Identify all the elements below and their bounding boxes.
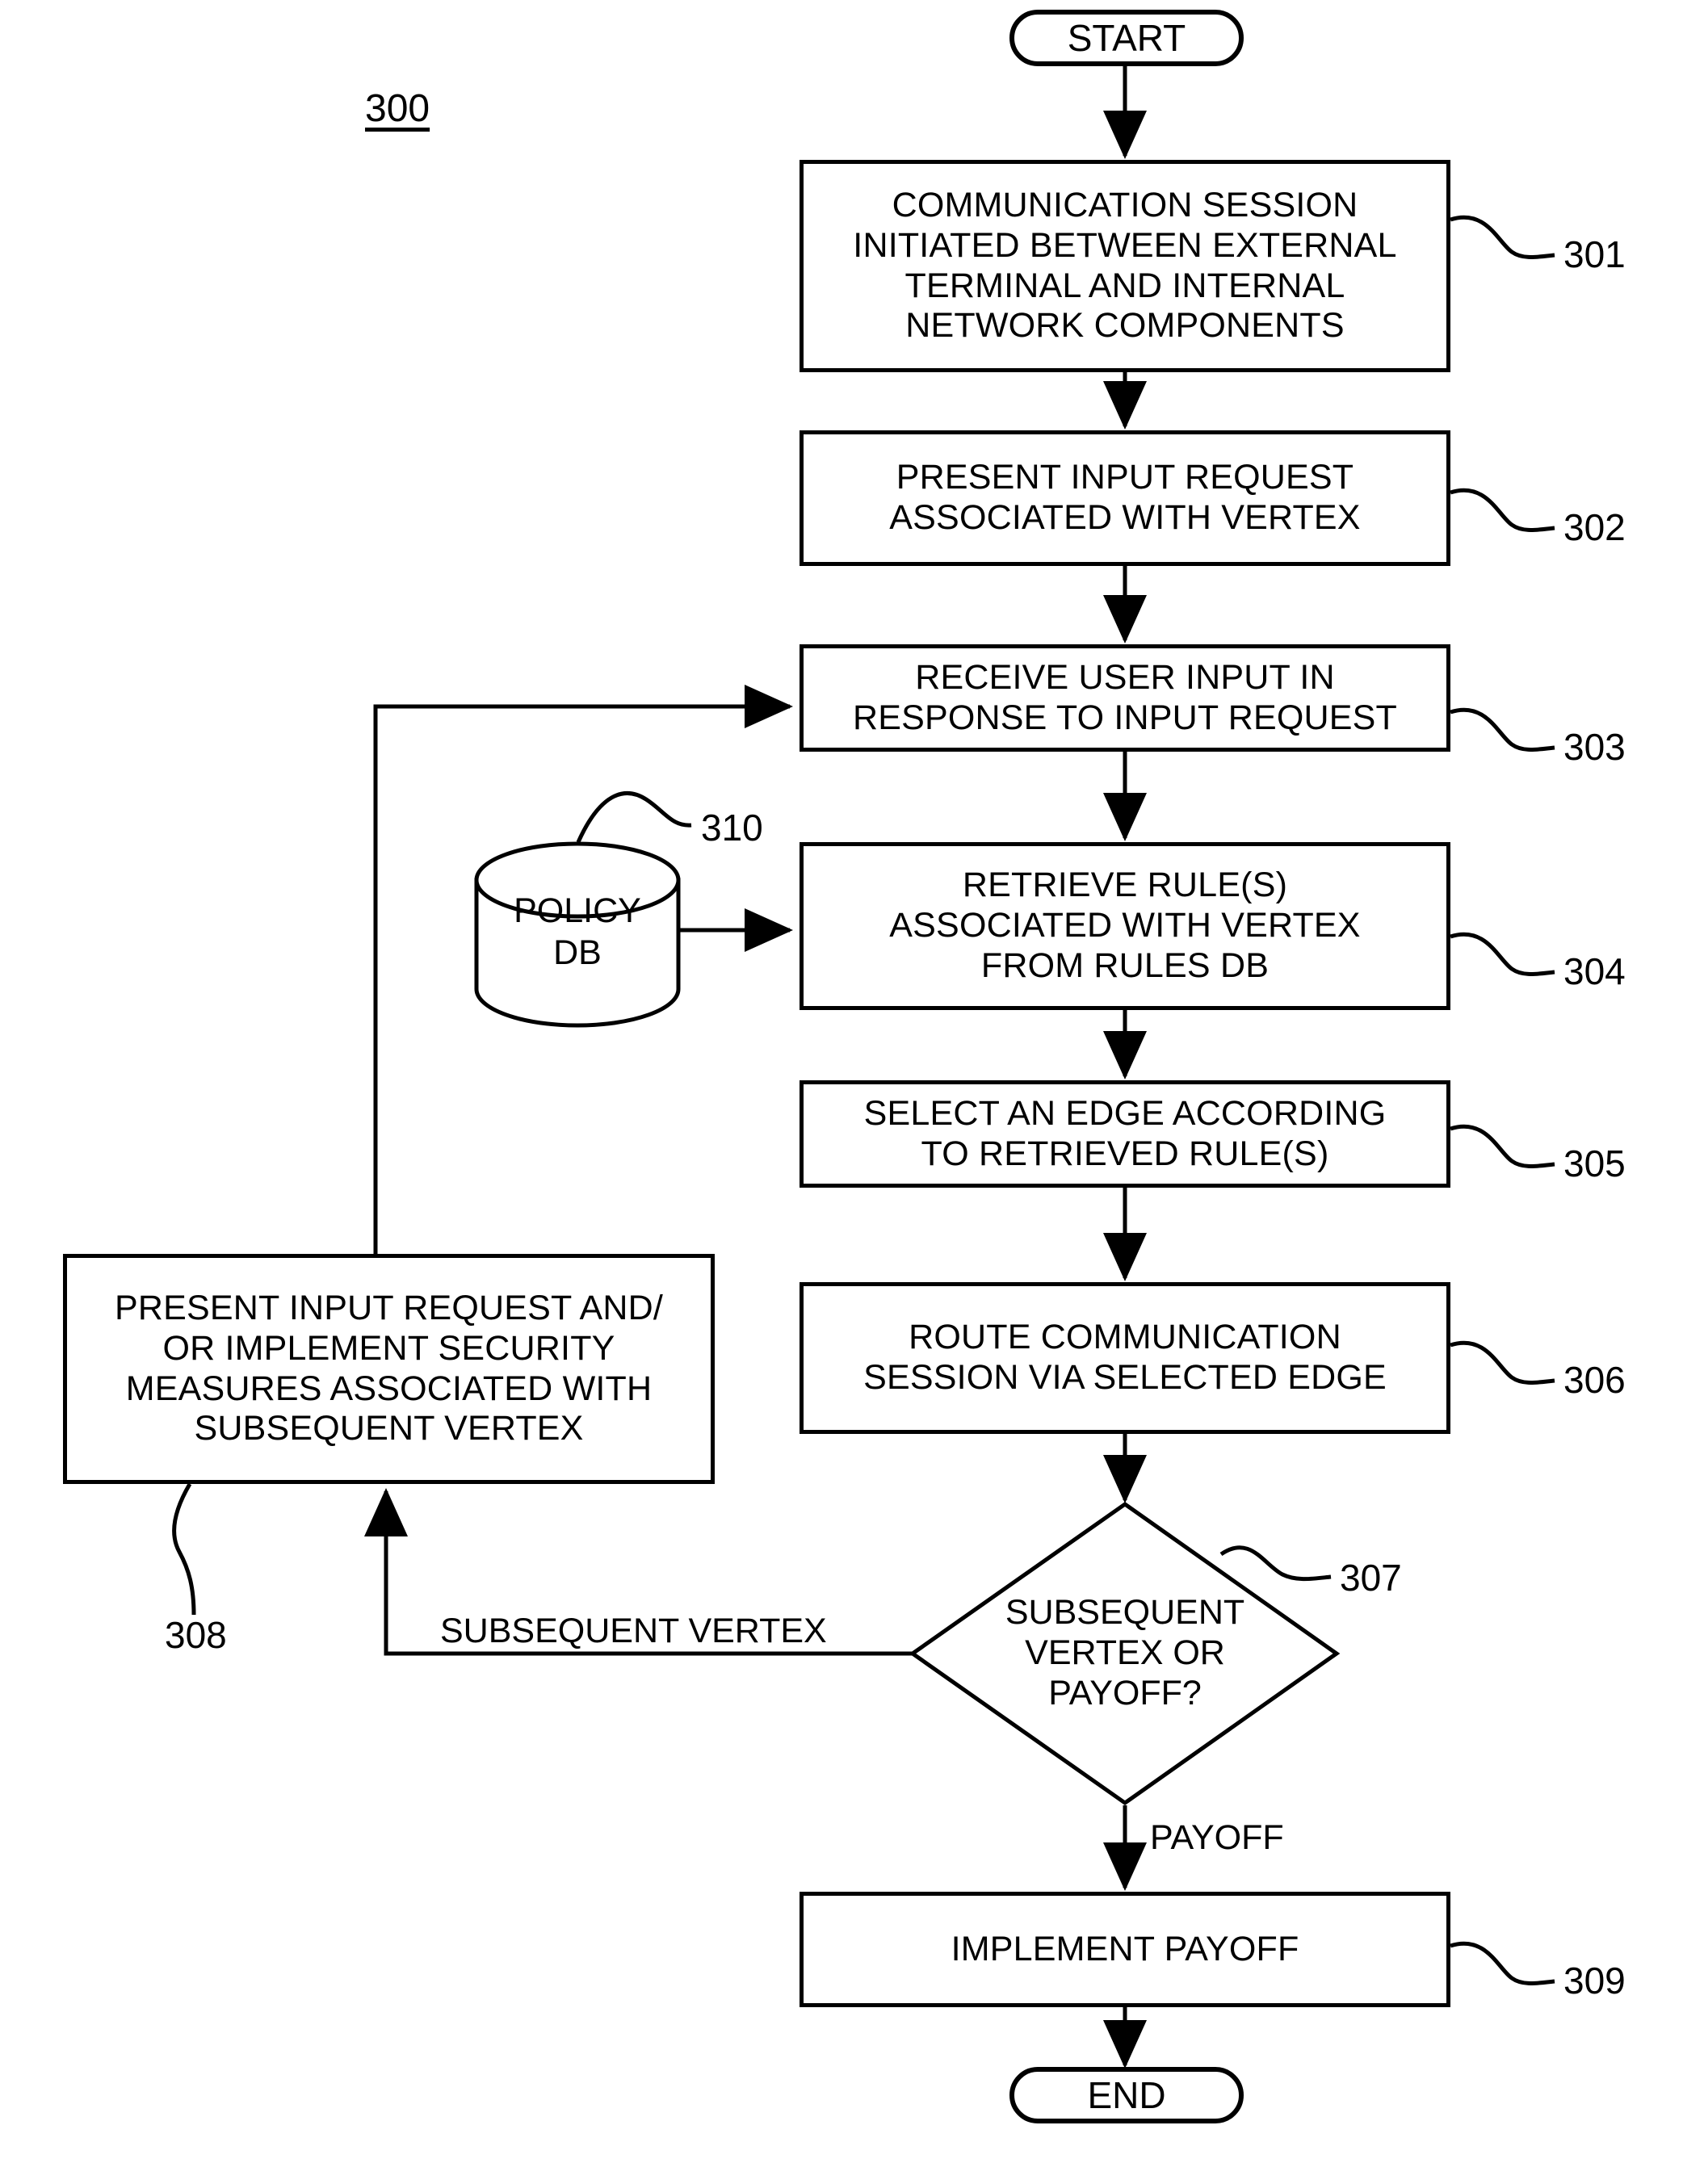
decision-307-text: SUBSEQUENT VERTEX OR PAYOFF? <box>1005 1593 1245 1712</box>
process-box-305-text: SELECT AN EDGE ACCORDING TO RETRIEVED RU… <box>863 1093 1387 1173</box>
terminator-start-label: START <box>1067 17 1186 59</box>
process-box-306: ROUTE COMMUNICATION SESSION VIA SELECTED… <box>800 1282 1450 1434</box>
refnum-301: 301 <box>1563 233 1626 275</box>
process-box-301-text: COMMUNICATION SESSION INITIATED BETWEEN … <box>853 185 1397 346</box>
leader-304 <box>1450 932 1555 976</box>
refnum-309: 309 <box>1563 1960 1626 2002</box>
refnum-304: 304 <box>1563 950 1626 992</box>
leader-302 <box>1450 488 1555 532</box>
leader-307 <box>1219 1545 1332 1582</box>
refnum-305: 305 <box>1563 1142 1626 1184</box>
terminator-end: END <box>1009 2067 1244 2123</box>
leader-306 <box>1450 1340 1555 1385</box>
refnum-302: 302 <box>1563 506 1626 548</box>
process-box-302: PRESENT INPUT REQUEST ASSOCIATED WITH VE… <box>800 430 1450 566</box>
process-box-304-text: RETRIEVE RULE(S) ASSOCIATED WITH VERTEX … <box>889 866 1361 985</box>
leader-305 <box>1450 1124 1555 1168</box>
leader-301 <box>1450 215 1555 259</box>
refnum-306: 306 <box>1563 1359 1626 1401</box>
policy-db-label: POLICY DB <box>514 891 641 972</box>
process-box-306-text: ROUTE COMMUNICATION SESSION VIA SELECTED… <box>863 1318 1387 1397</box>
refnum-310: 310 <box>701 807 763 849</box>
leader-310 <box>576 791 692 844</box>
process-box-305: SELECT AN EDGE ACCORDING TO RETRIEVED RU… <box>800 1080 1450 1188</box>
figure-number-label: 300 <box>365 87 430 130</box>
process-box-308: PRESENT INPUT REQUEST AND/ OR IMPLEMENT … <box>63 1254 715 1484</box>
process-box-309: IMPLEMENT PAYOFF <box>800 1892 1450 2007</box>
process-box-303-text: RECEIVE USER INPUT IN RESPONSE TO INPUT … <box>852 657 1398 737</box>
process-box-302-text: PRESENT INPUT REQUEST ASSOCIATED WITH VE… <box>889 458 1361 537</box>
leader-309 <box>1450 1941 1555 1985</box>
terminator-start: START <box>1009 10 1244 66</box>
refnum-303: 303 <box>1563 726 1626 768</box>
terminator-end-label: END <box>1087 2074 1166 2116</box>
leader-303 <box>1450 707 1555 752</box>
process-box-309-text: IMPLEMENT PAYOFF <box>951 1929 1299 1968</box>
process-box-303: RECEIVE USER INPUT IN RESPONSE TO INPUT … <box>800 644 1450 752</box>
process-box-304: RETRIEVE RULE(S) ASSOCIATED WITH VERTEX … <box>800 842 1450 1010</box>
process-box-308-text: PRESENT INPUT REQUEST AND/ OR IMPLEMENT … <box>114 1288 664 1448</box>
refnum-307: 307 <box>1340 1557 1402 1599</box>
edge-label-payoff: PAYOFF <box>1150 1818 1284 1857</box>
edge-label-subsequent-vertex: SUBSEQUENT VERTEX <box>440 1612 827 1650</box>
flowchart-canvas: 300 START END COMMUNICATION SESSION INIT… <box>0 0 1704 2184</box>
leader-308 <box>172 1482 196 1616</box>
process-box-301: COMMUNICATION SESSION INITIATED BETWEEN … <box>800 160 1450 372</box>
refnum-308: 308 <box>165 1614 227 1656</box>
